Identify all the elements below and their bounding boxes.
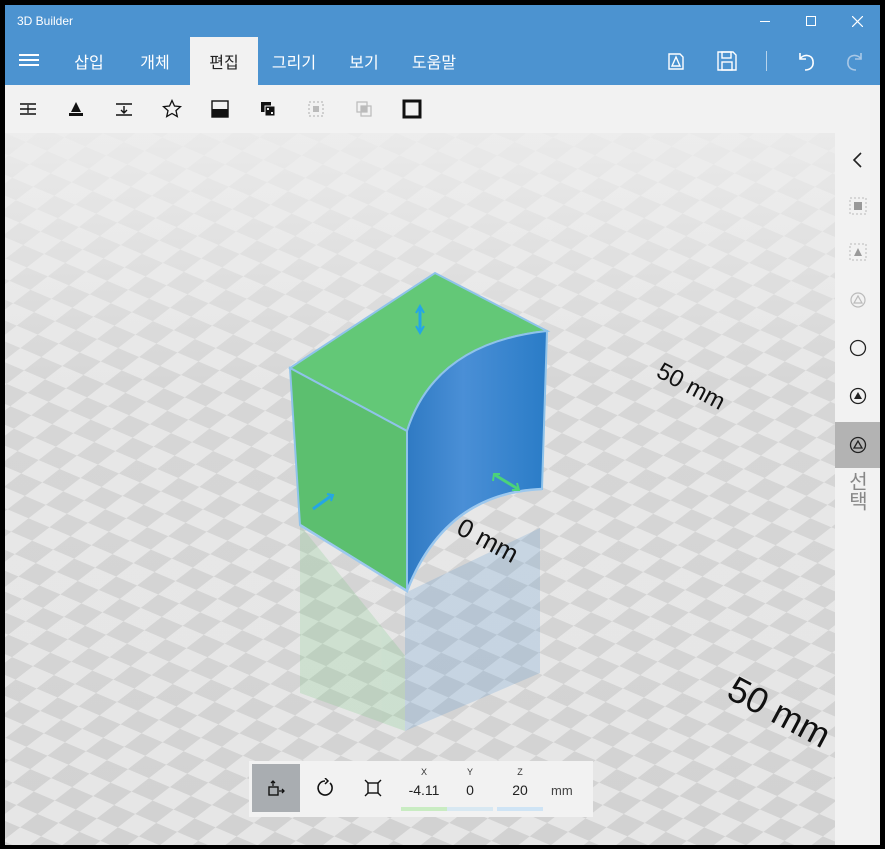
select-mode-triangle-icon xyxy=(849,436,866,454)
save-button[interactable] xyxy=(715,49,739,73)
tab-edit[interactable]: 편집 xyxy=(190,37,258,85)
merge-button[interactable] xyxy=(256,97,280,121)
app-window: 3D Builder 삽입 개체 편집 그리기 보기 도움말 0 mm 50 m… xyxy=(5,5,880,845)
smooth-button[interactable] xyxy=(208,97,232,121)
minimize-button[interactable] xyxy=(742,5,788,37)
extrude-button[interactable] xyxy=(112,97,136,121)
move-icon xyxy=(268,780,285,796)
unit-label: mm xyxy=(551,783,573,798)
intersect-button[interactable] xyxy=(352,97,376,121)
hamburger-menu-button[interactable] xyxy=(19,51,39,71)
merge-icon xyxy=(261,102,276,117)
undo-icon xyxy=(799,53,814,71)
select-triangle-button[interactable] xyxy=(835,373,880,419)
hollow-icon xyxy=(402,99,422,119)
hollow-button[interactable] xyxy=(400,97,424,121)
select-lasso-button[interactable] xyxy=(835,277,880,323)
app-title: 3D Builder xyxy=(17,14,74,28)
select-objects-icon xyxy=(849,197,866,215)
split-icon xyxy=(20,103,36,115)
coord-z-bar xyxy=(497,807,543,811)
close-button[interactable] xyxy=(834,5,880,37)
collapse-panel-icon xyxy=(852,152,862,168)
simplify-button[interactable] xyxy=(64,97,88,121)
subtract-icon xyxy=(308,101,324,117)
title-bar: 3D Builder xyxy=(5,5,880,37)
subtract-button[interactable] xyxy=(304,97,328,121)
split-button[interactable] xyxy=(16,97,40,121)
simplify-icon xyxy=(69,102,83,116)
coord-x[interactable]: X -4.11 xyxy=(401,767,447,811)
tab-insert[interactable]: 삽입 xyxy=(57,37,121,85)
coord-y[interactable]: Y 0 xyxy=(447,767,493,811)
select-mode-triangle-button[interactable] xyxy=(835,422,880,468)
menu-separator xyxy=(766,51,767,71)
maximize-button[interactable] xyxy=(788,5,834,37)
close-icon xyxy=(851,15,863,27)
select-objects-button[interactable] xyxy=(835,183,880,229)
coord-y-value[interactable]: 0 xyxy=(447,782,493,798)
selection-panel-label: 선택 xyxy=(845,471,869,511)
tab-paint[interactable]: 그리기 xyxy=(260,37,328,85)
move-tool-button[interactable] xyxy=(252,764,300,812)
redo-icon xyxy=(847,53,862,71)
coord-z-value[interactable]: 20 xyxy=(497,782,543,798)
selection-panel: 선택 xyxy=(835,133,880,845)
maximize-icon xyxy=(806,16,816,26)
coord-x-bar xyxy=(401,807,447,811)
tool-ribbon xyxy=(5,85,880,133)
scale-tool-button[interactable] xyxy=(349,764,397,812)
redo-button[interactable] xyxy=(843,49,867,73)
extrude-icon xyxy=(116,103,132,116)
select-lasso-icon xyxy=(849,292,866,308)
scale-icon xyxy=(364,779,382,797)
select-triangle-icon xyxy=(849,387,866,405)
select-faces-button[interactable] xyxy=(835,229,880,275)
emboss-button[interactable] xyxy=(160,97,184,121)
minimize-icon xyxy=(760,20,770,22)
tab-help[interactable]: 도움말 xyxy=(397,37,471,85)
emboss-icon xyxy=(162,99,182,118)
undo-button[interactable] xyxy=(794,49,818,73)
smooth-icon xyxy=(211,100,229,118)
coord-x-label: X xyxy=(420,767,427,777)
menu-bar: 삽입 개체 편집 그리기 보기 도움말 xyxy=(5,37,880,85)
select-faces-icon xyxy=(849,243,866,261)
coord-x-value[interactable]: -4.11 xyxy=(401,782,447,798)
coord-z[interactable]: Z 20 xyxy=(497,767,543,811)
export-3d-icon xyxy=(668,53,684,70)
export-3d-button[interactable] xyxy=(665,49,689,73)
intersect-icon xyxy=(356,101,372,117)
rotate-icon xyxy=(317,778,333,796)
coord-y-label: Y xyxy=(466,767,473,777)
select-circle-icon xyxy=(849,339,866,357)
scene-canvas: 0 mm 50 mm 50 mm xyxy=(5,133,835,845)
tab-view[interactable]: 보기 xyxy=(331,37,397,85)
coord-z-label: Z xyxy=(517,767,523,777)
collapse-panel-button[interactable] xyxy=(835,137,880,183)
3d-viewport[interactable]: 0 mm 50 mm 50 mm X -4.11 Y 0 Z 20 mm xyxy=(5,133,835,845)
rotate-tool-button[interactable] xyxy=(301,764,349,812)
coord-y-bar xyxy=(447,807,493,811)
transform-bar: X -4.11 Y 0 Z 20 mm xyxy=(249,761,593,817)
select-circle-button[interactable] xyxy=(835,325,880,371)
tab-object[interactable]: 개체 xyxy=(121,37,189,85)
save-icon xyxy=(717,51,737,71)
